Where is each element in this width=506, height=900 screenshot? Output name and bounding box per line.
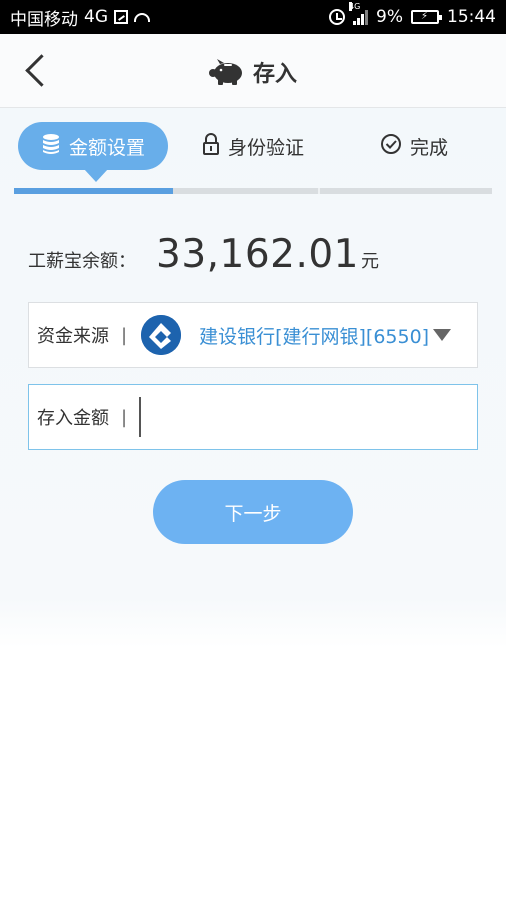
balance-amount: 33,162.01: [156, 232, 359, 277]
step-label: 完成: [410, 136, 449, 159]
deposit-amount-input[interactable]: [139, 397, 440, 437]
step-identity-verification: 身份验证: [202, 122, 304, 170]
page-title: 存入: [252, 62, 297, 87]
fund-source-value[interactable]: 建设银行[建行网银][6550]: [199, 322, 429, 349]
progress-divider: [318, 188, 320, 194]
field-separator: |: [121, 406, 128, 428]
fund-source-selector[interactable]: 资金来源 | 建设银行[建行网银][6550]: [28, 302, 478, 368]
status-bar: 中国移动 4G 4G 9% ⚡ 15:44: [0, 0, 506, 34]
network-type: 4G: [84, 7, 108, 27]
status-left: 中国移动 4G: [10, 5, 150, 30]
status-right: 4G 9% ⚡ 15:44: [329, 2, 496, 27]
step-complete: 完成: [380, 122, 448, 170]
step-progress-bar: [14, 188, 492, 194]
piggy-bank-icon: [208, 58, 245, 86]
step-progress-fill: [14, 188, 174, 194]
balance-row: 工薪宝余额： 33,162.01 元: [28, 232, 379, 277]
coins-stack-icon: [41, 133, 61, 160]
balance-label: 工薪宝余额：: [28, 251, 136, 272]
image-notification-icon: [114, 10, 128, 24]
next-step-button[interactable]: 下一步: [153, 480, 353, 544]
signal-network-label: 4G: [349, 2, 361, 11]
field-separator: |: [121, 324, 128, 346]
step-label: 身份验证: [228, 136, 305, 159]
deposit-amount-field[interactable]: 存入金额 |: [28, 384, 478, 450]
battery-charging-icon: ⚡: [411, 10, 442, 24]
fund-source-label: 资金来源: [37, 326, 109, 347]
carrier-name: 中国移动: [10, 9, 78, 30]
page-title-group: 存入: [0, 56, 506, 88]
signal-icon: 4G: [349, 2, 369, 25]
lock-icon: [202, 132, 220, 161]
check-circle-icon: [380, 133, 402, 160]
dropdown-arrow-icon[interactable]: [433, 329, 452, 341]
clock: 15:44: [447, 7, 496, 27]
navigation-bar: 存入: [0, 34, 506, 108]
android-notification-icon: [134, 12, 150, 22]
step-amount-settings: 金额设置: [18, 122, 168, 182]
ccb-bank-logo-icon: [141, 315, 182, 355]
alarm-icon: [329, 9, 346, 25]
step-label: 金额设置: [68, 136, 145, 159]
deposit-amount-label: 存入金额: [37, 408, 109, 429]
main-content: 金额设置 身份验证 完成 工薪宝余额： 33,162.01 元 资金来源 | 建…: [0, 108, 506, 900]
balance-unit: 元: [361, 251, 379, 272]
battery-percent: 9%: [376, 7, 403, 27]
